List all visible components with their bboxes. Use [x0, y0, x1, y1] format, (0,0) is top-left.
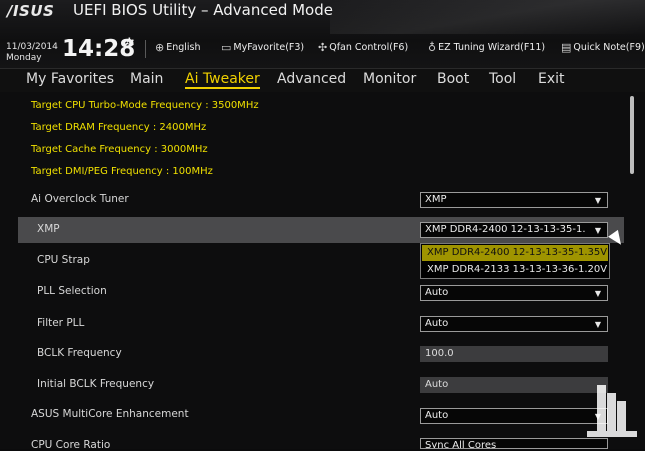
- filter-pll-dropdown[interactable]: Auto ▼: [420, 316, 608, 332]
- main-menu: My Favorites Main Ai Tweaker Advanced Mo…: [0, 68, 645, 93]
- label-bclk-frequency: BCLK Frequency: [37, 347, 122, 359]
- quick-note-label: Quick Note(F9): [573, 42, 645, 53]
- chevron-down-icon: ▼: [594, 320, 601, 329]
- tab-ai-tweaker[interactable]: Ai Tweaker: [185, 71, 260, 89]
- label-ai-overclock-tuner: Ai Overclock Tuner: [31, 193, 129, 205]
- xmp-option-selected[interactable]: XMP DDR4-2400 12-13-13-35-1.35V: [422, 245, 608, 261]
- qfan-control-button[interactable]: ✣ Qfan Control(F6): [318, 41, 408, 54]
- pll-selection-value: Auto: [425, 287, 449, 298]
- scrollbar[interactable]: [630, 96, 634, 174]
- asus-logo: /ISUS: [7, 2, 55, 20]
- header-decoration: [330, 0, 645, 34]
- bclk-frequency-value: 100.0: [425, 348, 454, 359]
- info-cpu-turbo: Target CPU Turbo-Mode Frequency : 3500MH…: [31, 100, 259, 111]
- chevron-down-icon: ▼: [594, 196, 601, 205]
- note-icon: ▤: [561, 41, 572, 54]
- xmp-dropdown-list: XMP DDR4-2400 12-13-13-35-1.35V XMP DDR4…: [420, 243, 610, 279]
- bclk-frequency-input[interactable]: 100.0: [420, 346, 608, 362]
- lightbulb-icon: ♁: [428, 41, 437, 54]
- myfavorite-label: MyFavorite(F3): [233, 42, 305, 53]
- ai-overclock-tuner-value: XMP: [425, 194, 447, 205]
- date-text: 11/03/2014: [6, 42, 58, 52]
- ez-tuning-label: EZ Tuning Wizard(F11): [438, 42, 546, 53]
- fan-icon: ✣: [318, 41, 328, 54]
- initial-bclk-frequency-input[interactable]: Auto: [420, 377, 608, 393]
- xmp-option[interactable]: XMP DDR4-2133 13-13-13-36-1.20V: [422, 262, 608, 278]
- divider: [145, 40, 146, 58]
- label-cpu-strap: CPU Strap: [37, 254, 90, 266]
- date-display: 11/03/2014 Monday: [6, 42, 58, 64]
- xmp-value: XMP DDR4-2400 12-13-13-35-1.: [425, 224, 586, 235]
- tab-main[interactable]: Main: [130, 71, 163, 87]
- watermark-logo: [587, 385, 637, 437]
- header-bar: /ISUS UEFI BIOS Utility – Advanced Mode …: [0, 0, 645, 68]
- language-button[interactable]: ⊕ English: [155, 41, 201, 54]
- label-filter-pll: Filter PLL: [37, 317, 85, 329]
- label-initial-bclk-frequency: Initial BCLK Frequency: [37, 378, 155, 390]
- tab-boot[interactable]: Boot: [437, 71, 469, 87]
- myfavorite-button[interactable]: ▭ MyFavorite(F3): [221, 41, 304, 54]
- qfan-label: Qfan Control(F6): [329, 42, 409, 53]
- label-pll-selection: PLL Selection: [37, 285, 107, 297]
- asus-multicore-enhancement-value: Auto: [425, 410, 449, 421]
- tab-advanced[interactable]: Advanced: [277, 71, 346, 87]
- initial-bclk-frequency-value: Auto: [425, 379, 449, 390]
- day-text: Monday: [6, 53, 42, 63]
- chevron-down-icon: ▼: [594, 226, 601, 235]
- favorite-icon: ▭: [221, 41, 232, 54]
- pll-selection-dropdown[interactable]: Auto ▼: [420, 285, 608, 301]
- asus-multicore-enhancement-dropdown[interactable]: Auto ▼: [420, 408, 608, 424]
- xmp-dropdown[interactable]: XMP DDR4-2400 12-13-13-35-1. ▼: [420, 222, 608, 238]
- cpu-core-ratio-dropdown[interactable]: Sync All Cores: [420, 438, 608, 449]
- filter-pll-value: Auto: [425, 318, 449, 329]
- gear-icon[interactable]: ✲: [124, 36, 135, 51]
- cpu-core-ratio-value: Sync All Cores: [425, 440, 497, 449]
- label-asus-multicore-enhancement: ASUS MultiCore Enhancement: [31, 408, 189, 420]
- quick-note-button[interactable]: ▤ Quick Note(F9): [561, 41, 645, 54]
- chevron-down-icon: ▼: [594, 289, 601, 298]
- tab-exit[interactable]: Exit: [538, 71, 565, 87]
- app-title: UEFI BIOS Utility – Advanced Mode: [73, 1, 333, 19]
- label-xmp: XMP: [37, 223, 60, 235]
- info-dmi-peg-frequency: Target DMI/PEG Frequency : 100MHz: [31, 166, 213, 177]
- info-cache-frequency: Target Cache Frequency : 3000MHz: [31, 144, 208, 155]
- label-cpu-core-ratio: CPU Core Ratio: [31, 439, 111, 451]
- tab-my-favorites[interactable]: My Favorites: [26, 71, 114, 87]
- ez-tuning-wizard-button[interactable]: ♁ EZ Tuning Wizard(F11): [428, 41, 545, 54]
- ai-overclock-tuner-dropdown[interactable]: XMP ▼: [420, 192, 608, 208]
- globe-icon: ⊕: [155, 41, 165, 54]
- info-dram-frequency: Target DRAM Frequency : 2400MHz: [31, 122, 207, 133]
- tab-monitor[interactable]: Monitor: [363, 71, 416, 87]
- language-label: English: [166, 42, 201, 53]
- tab-tool[interactable]: Tool: [489, 71, 516, 87]
